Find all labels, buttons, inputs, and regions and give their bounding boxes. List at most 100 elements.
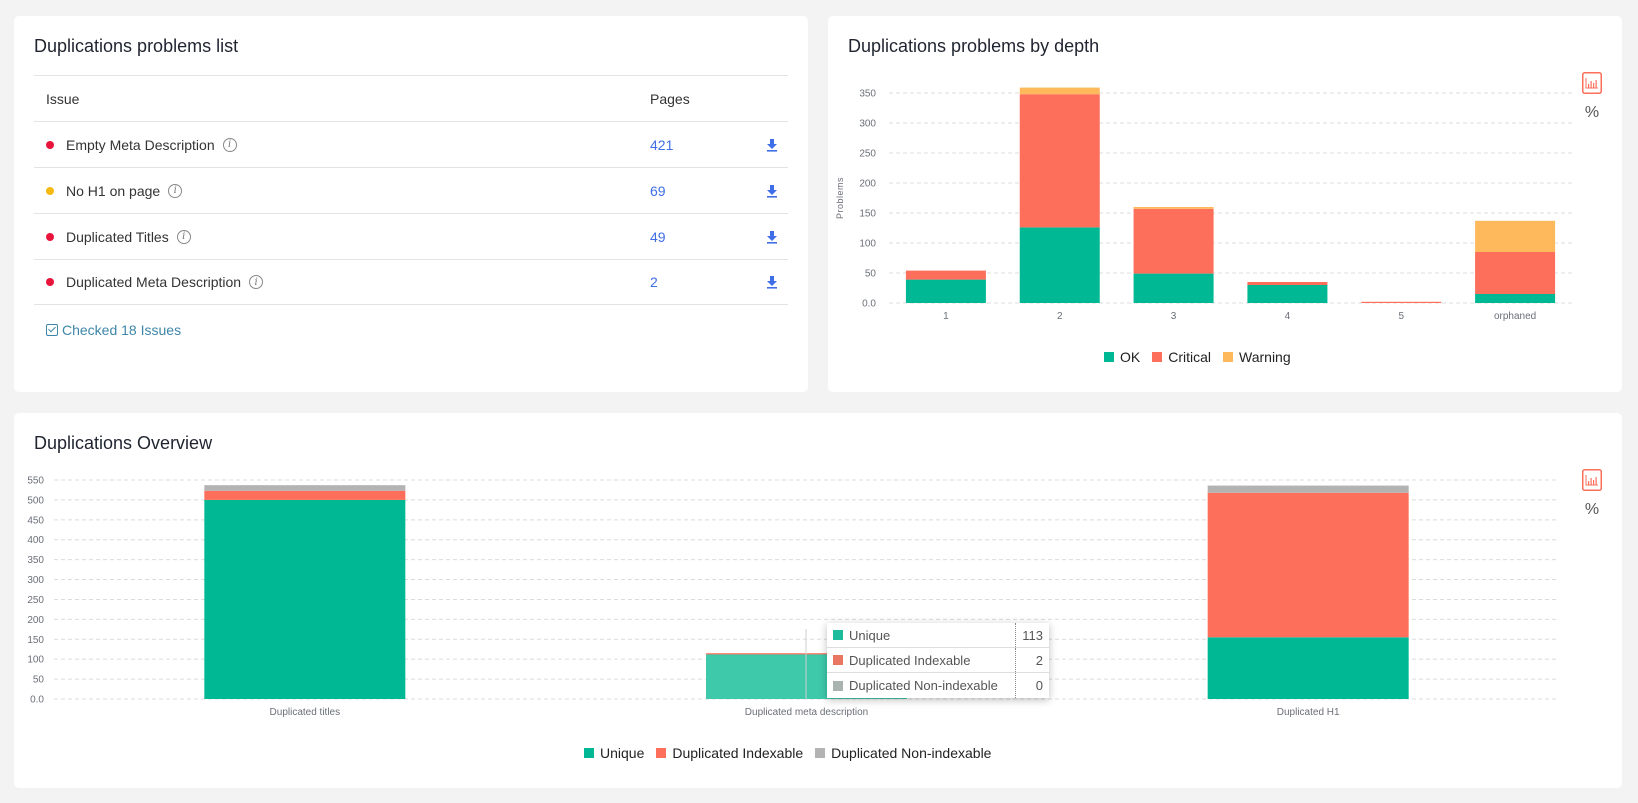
legend-label: OK <box>1120 349 1141 365</box>
legend-item-duplicated-non-indexable[interactable]: Duplicated Non-indexable <box>815 745 991 761</box>
x-tick-label: Duplicated meta description <box>745 707 868 718</box>
tooltip-label: Unique <box>849 627 891 643</box>
x-tick-label: 4 <box>1285 311 1291 322</box>
info-icon[interactable]: i <box>249 275 264 289</box>
column-header-issue: Issue <box>46 90 80 107</box>
issue-cell: Duplicated Meta Description i <box>46 274 264 290</box>
table-row: No H1 on page i 69 <box>34 167 788 213</box>
bar-segment-unique <box>204 499 406 699</box>
legend-item-ok[interactable]: OK <box>1104 349 1140 365</box>
legend-item-critical[interactable]: Critical <box>1152 349 1211 365</box>
info-icon[interactable]: i <box>222 137 237 152</box>
checked-issues-link[interactable]: Checked 18 Issues <box>46 322 181 338</box>
y-tick-label: 50 <box>33 675 45 686</box>
y-tick-label: 100 <box>859 239 876 250</box>
bar-segment-ok <box>1133 273 1214 303</box>
legend-swatch <box>584 748 594 758</box>
issue-name: Empty Meta Description <box>66 136 215 153</box>
severity-critical-icon <box>46 232 54 241</box>
download-icon[interactable] <box>765 138 779 152</box>
depth-chart-panel: Duplications problems by depth 0.0 50 100 1… <box>828 16 1622 392</box>
overview-legend: Unique Duplicated Indexable Duplicated N… <box>584 745 991 761</box>
bar-segment-critical <box>1133 208 1214 274</box>
bar-segment-warning <box>1133 207 1214 209</box>
table-row: Duplicated Meta Description i 2 <box>34 259 788 305</box>
severity-warning-icon <box>46 186 54 195</box>
legend-item-unique[interactable]: Unique <box>584 745 644 761</box>
download-icon[interactable] <box>765 184 779 198</box>
tooltip-label: Duplicated Non-indexable <box>849 678 998 693</box>
tooltip-value: 113 <box>1015 623 1049 647</box>
x-tick-label: orphaned <box>1494 311 1536 322</box>
pages-count-link[interactable]: 421 <box>650 137 673 153</box>
tooltip-row: Unique 113 <box>827 623 1049 648</box>
bar-segment-ok <box>905 279 986 303</box>
table-row: Empty Meta Description i 421 <box>34 121 788 167</box>
panel-title: Duplications problems list <box>34 36 239 56</box>
severity-critical-icon <box>46 278 54 286</box>
problems-table: Issue Pages Empty Meta Description i 421 No… <box>34 75 788 305</box>
bar-segment-duplicated-indexable <box>204 490 406 500</box>
x-tick-label: 1 <box>943 311 949 322</box>
y-tick-label: 150 <box>27 635 44 646</box>
overview-chart-panel: Duplications Overview 0.0 50 100 150 200 250 3… <box>14 413 1622 788</box>
y-tick-label: 450 <box>27 515 44 526</box>
pages-count-link[interactable]: 49 <box>650 229 666 245</box>
y-tick-label: 200 <box>27 615 44 626</box>
table-header: Issue Pages <box>34 75 788 121</box>
bar-segment-ok <box>1247 285 1328 303</box>
y-tick-label: 350 <box>859 89 876 100</box>
y-tick-label: 0.0 <box>862 299 876 310</box>
bar-segment-critical <box>1247 282 1328 285</box>
y-tick-label: 50 <box>865 269 877 280</box>
tooltip-row: Duplicated Non-indexable 0 <box>827 673 1049 698</box>
pages-cell: 421 <box>650 137 673 153</box>
y-tick-label: 500 <box>27 495 44 506</box>
y-tick-label: 150 <box>859 209 876 220</box>
issue-cell: Empty Meta Description i <box>46 137 237 153</box>
legend-label: Critical <box>1168 349 1212 365</box>
severity-critical-icon <box>46 140 54 149</box>
legend-item-warning[interactable]: Warning <box>1223 349 1291 365</box>
tooltip-value: 2 <box>1015 648 1049 672</box>
overview-chart: 0.0 50 100 150 200 250 300 350 400 450 500 550 Dupli… <box>27 476 1559 718</box>
y-tick-label: 0.0 <box>30 695 44 706</box>
legend-swatch <box>1152 352 1163 362</box>
bar-chart-icon[interactable] <box>1582 469 1602 491</box>
legend-item-duplicated-indexable[interactable]: Duplicated Indexable <box>656 745 803 761</box>
issue-name: Duplicated Titles <box>66 228 169 245</box>
y-tick-label: 550 <box>27 476 44 487</box>
tooltip-swatch <box>833 655 843 665</box>
download-icon[interactable] <box>765 275 779 289</box>
percent-toggle[interactable]: % <box>1582 501 1602 519</box>
y-tick-label: 250 <box>859 149 876 160</box>
download-icon[interactable] <box>765 230 779 244</box>
legend-label: Duplicated Indexable <box>672 745 804 761</box>
bar-chart-icon[interactable] <box>1582 72 1602 94</box>
tooltip-swatch <box>833 680 843 691</box>
legend-swatch <box>815 748 826 758</box>
percent-toggle[interactable]: % <box>1582 104 1602 122</box>
y-tick-label: 400 <box>27 535 44 546</box>
bar-segment-duplicated-non-indexable <box>204 485 406 491</box>
legend-label: Unique <box>600 745 645 761</box>
pages-count-link[interactable]: 69 <box>650 183 666 199</box>
depth-legend: OK Critical Warning <box>1104 349 1291 365</box>
tooltip-row: Duplicated Indexable 2 <box>827 648 1049 673</box>
info-icon[interactable]: i <box>168 183 183 198</box>
legend-swatch <box>656 748 667 758</box>
y-tick-label: 300 <box>27 575 44 586</box>
y-tick-label: 300 <box>859 119 876 130</box>
x-tick-label: 3 <box>1171 311 1177 322</box>
bar-segment-unique <box>1207 637 1409 699</box>
pages-count-link[interactable]: 2 <box>650 274 658 290</box>
pages-cell: 2 <box>650 274 658 290</box>
legend-swatch <box>1104 352 1114 362</box>
info-icon[interactable]: i <box>176 229 191 244</box>
bar-segment-critical <box>1361 301 1442 303</box>
bar-segment-ok <box>1475 294 1556 303</box>
tooltip-label: Duplicated Indexable <box>849 652 971 668</box>
checkbox-icon <box>46 324 58 336</box>
bar-segment-critical <box>1019 94 1100 228</box>
table-row: Duplicated Titles i 49 <box>34 213 788 259</box>
